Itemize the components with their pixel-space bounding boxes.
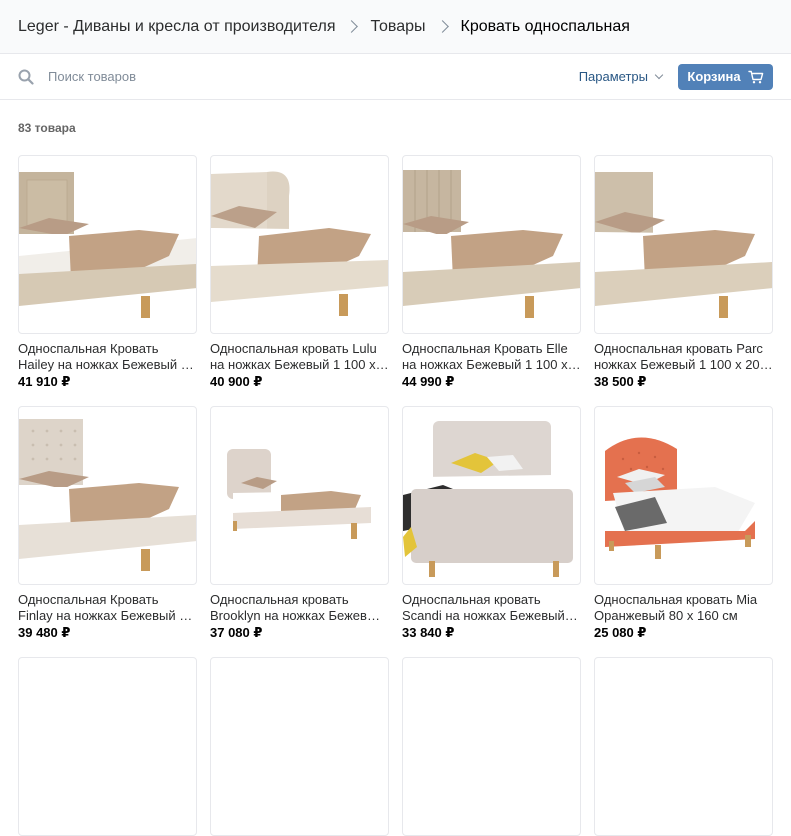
product-title[interactable]: Односпальная Кровать Hailey на ножках Бе… xyxy=(18,341,197,373)
product-price: 41 910 ₽ xyxy=(18,374,71,389)
product-card[interactable]: Односпальная кровать Lulu на ножках Беже… xyxy=(210,155,389,390)
product-image[interactable] xyxy=(210,406,389,585)
product-image[interactable] xyxy=(594,155,773,334)
product-image[interactable] xyxy=(18,155,197,334)
product-card[interactable] xyxy=(402,657,581,836)
product-card[interactable] xyxy=(18,657,197,836)
product-price: 40 900 ₽ xyxy=(210,374,263,389)
product-price: 33 840 ₽ xyxy=(402,625,455,640)
params-dropdown[interactable]: Параметры xyxy=(578,69,664,84)
product-card[interactable] xyxy=(594,657,773,836)
product-image[interactable] xyxy=(210,657,389,836)
product-title[interactable]: Односпальная кровать Lulu на ножках Беже… xyxy=(210,341,389,373)
product-title[interactable]: Односпальная кровать Parc ножках Бежевый… xyxy=(594,341,773,373)
cart-button[interactable]: Корзина xyxy=(678,63,773,90)
chevron-down-icon xyxy=(654,70,664,79)
product-image[interactable] xyxy=(402,155,581,334)
product-image[interactable] xyxy=(402,657,581,836)
product-title[interactable]: Односпальная кровать Brooklyn на ножках … xyxy=(210,592,389,624)
chevron-right-icon xyxy=(435,20,449,33)
product-image[interactable] xyxy=(210,155,389,334)
product-price: 25 080 ₽ xyxy=(594,625,647,640)
product-image[interactable] xyxy=(18,657,197,836)
product-price: 44 990 ₽ xyxy=(402,374,455,389)
params-label: Параметры xyxy=(578,69,648,84)
search-input[interactable] xyxy=(48,69,448,84)
product-image[interactable] xyxy=(594,657,773,836)
cart-label: Корзина xyxy=(687,69,741,84)
search-icon xyxy=(18,69,34,85)
product-price: 39 480 ₽ xyxy=(18,625,71,640)
product-title[interactable]: Односпальная Кровать Elle на ножках Беже… xyxy=(402,341,581,373)
breadcrumb-current: Кровать односпальная xyxy=(460,17,630,35)
product-card[interactable]: Односпальная кровать Brooklyn на ножках … xyxy=(210,406,389,641)
product-title[interactable]: Односпальная кровать Mia Оранжевый 80 х … xyxy=(594,592,773,624)
toolbar: Параметры Корзина xyxy=(0,54,791,100)
product-price: 37 080 ₽ xyxy=(210,625,263,640)
product-title[interactable]: Односпальная кровать Scandi на ножках Бе… xyxy=(402,592,581,624)
breadcrumb-products-link[interactable]: Товары xyxy=(370,18,425,36)
chevron-right-icon xyxy=(345,20,359,33)
product-card[interactable]: Односпальная кровать Parc ножках Бежевый… xyxy=(594,155,773,390)
product-price: 38 500 ₽ xyxy=(594,374,647,389)
product-card[interactable] xyxy=(210,657,389,836)
cart-icon xyxy=(747,70,764,84)
product-image[interactable] xyxy=(594,406,773,585)
breadcrumb-shop-link[interactable]: Leger - Диваны и кресла от производителя xyxy=(18,18,335,36)
product-card[interactable]: Односпальная Кровать Hailey на ножках Бе… xyxy=(18,155,197,390)
product-count: 83 товара xyxy=(18,121,76,135)
product-image[interactable] xyxy=(18,406,197,585)
product-card[interactable]: Односпальная Кровать Finlay на ножках Бе… xyxy=(18,406,197,641)
product-title[interactable]: Односпальная Кровать Finlay на ножках Бе… xyxy=(18,592,197,624)
product-card[interactable]: Односпальная Кровать Elle на ножках Беже… xyxy=(402,155,581,390)
product-card[interactable]: Односпальная кровать Scandi на ножках Бе… xyxy=(402,406,581,641)
breadcrumb: Leger - Диваны и кресла от производителя… xyxy=(0,0,791,54)
product-card[interactable]: Односпальная кровать Mia Оранжевый 80 х … xyxy=(594,406,773,641)
product-image[interactable] xyxy=(402,406,581,585)
